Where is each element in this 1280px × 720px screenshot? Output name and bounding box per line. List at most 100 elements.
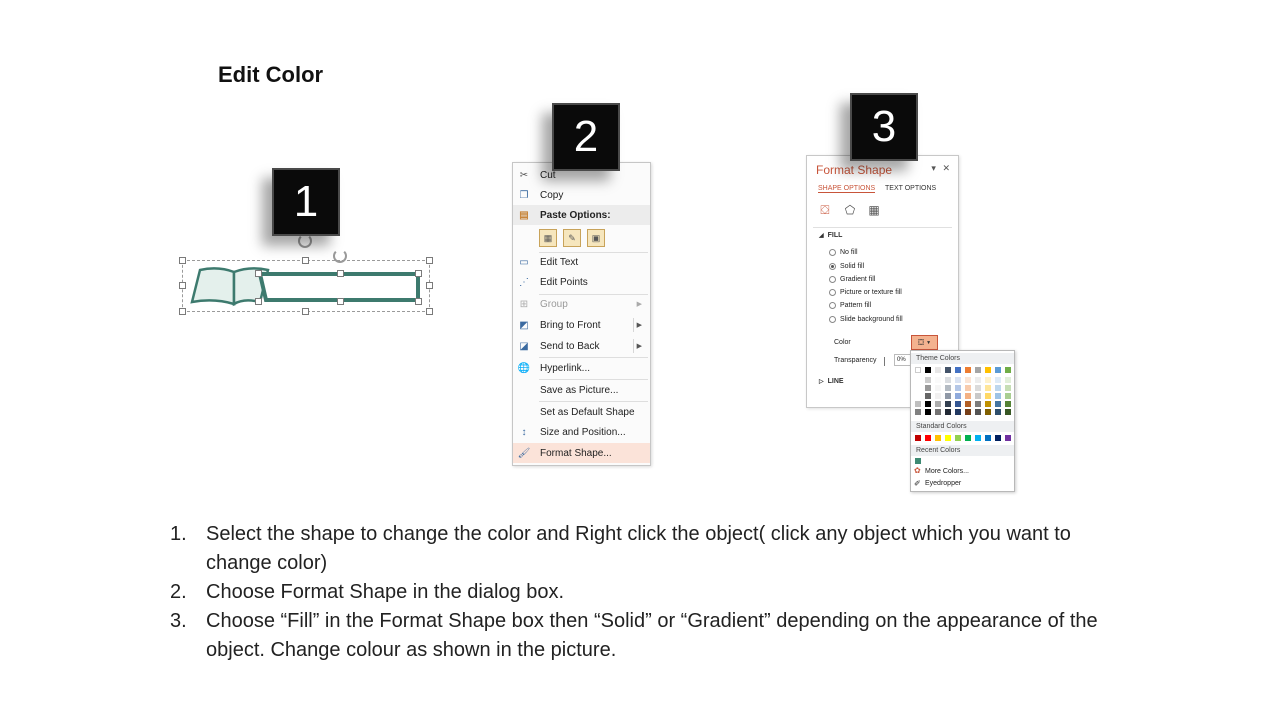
standard-color-swatch[interactable]	[955, 435, 961, 441]
menu-item-send-to-back[interactable]: ◪ Send to Back ▶	[513, 336, 650, 356]
theme-color-shade-swatch[interactable]	[915, 393, 921, 399]
theme-color-shade-swatch[interactable]	[925, 393, 931, 399]
menu-item-format-shape[interactable]: 🖌 Format Shape...	[513, 443, 650, 463]
fill-option-no-fill[interactable]: No fill	[829, 249, 858, 256]
theme-color-shade-swatch[interactable]	[995, 385, 1001, 391]
theme-color-shade-swatch[interactable]	[975, 409, 981, 415]
pane-options-icon[interactable]: ▾	[931, 163, 936, 173]
theme-color-swatch[interactable]	[945, 367, 951, 373]
size-properties-icon[interactable]: ▦	[866, 202, 882, 218]
theme-color-shade-swatch[interactable]	[955, 385, 961, 391]
theme-color-swatch[interactable]	[955, 367, 961, 373]
standard-color-swatch[interactable]	[965, 435, 971, 441]
theme-color-shade-swatch[interactable]	[935, 377, 941, 383]
theme-color-shade-swatch[interactable]	[995, 401, 1001, 407]
fill-option-pattern-fill[interactable]: Pattern fill	[829, 302, 871, 309]
menu-item-set-default-shape[interactable]: Set as Default Shape	[513, 402, 650, 422]
theme-color-shade-swatch[interactable]	[935, 401, 941, 407]
theme-color-shade-swatch[interactable]	[985, 385, 991, 391]
menu-item-save-as-picture[interactable]: Save as Picture...	[513, 380, 650, 400]
menu-item-copy[interactable]: ❐ Copy	[513, 185, 650, 205]
theme-color-shade-swatch[interactable]	[935, 409, 941, 415]
close-icon[interactable]: ✕	[942, 163, 950, 173]
rotate-handle-icon[interactable]	[298, 234, 312, 248]
theme-color-shade-swatch[interactable]	[965, 385, 971, 391]
resize-handle[interactable]	[337, 298, 344, 305]
menu-item-edit-points[interactable]: ⋰ Edit Points	[513, 272, 650, 292]
theme-color-swatch[interactable]	[995, 367, 1001, 373]
standard-color-swatch[interactable]	[985, 435, 991, 441]
theme-color-shade-swatch[interactable]	[975, 393, 981, 399]
theme-color-swatch[interactable]	[965, 367, 971, 373]
paste-keep-source-icon[interactable]: ▦	[539, 229, 557, 247]
theme-color-shade-swatch[interactable]	[925, 377, 931, 383]
radio-button[interactable]	[829, 316, 836, 323]
theme-color-shade-swatch[interactable]	[935, 393, 941, 399]
theme-color-shade-swatch[interactable]	[985, 401, 991, 407]
theme-color-shade-swatch[interactable]	[975, 377, 981, 383]
menu-item-hyperlink[interactable]: 🌐 Hyperlink...	[513, 358, 650, 378]
theme-color-swatch[interactable]	[915, 367, 921, 373]
theme-color-shade-swatch[interactable]	[1005, 377, 1011, 383]
theme-color-shade-swatch[interactable]	[965, 377, 971, 383]
theme-color-shade-swatch[interactable]	[955, 401, 961, 407]
theme-color-shade-swatch[interactable]	[945, 377, 951, 383]
theme-color-shade-swatch[interactable]	[925, 401, 931, 407]
theme-color-shade-swatch[interactable]	[955, 393, 961, 399]
theme-color-shade-swatch[interactable]	[985, 409, 991, 415]
standard-color-swatch[interactable]	[915, 435, 921, 441]
fill-option-solid-fill[interactable]: Solid fill	[829, 263, 864, 270]
menu-item-bring-to-front[interactable]: ◩ Bring to Front ▶	[513, 315, 650, 335]
submenu-arrow-icon[interactable]: ▶	[637, 342, 642, 350]
theme-color-shade-swatch[interactable]	[1005, 409, 1011, 415]
standard-color-swatch[interactable]	[945, 435, 951, 441]
theme-color-shade-swatch[interactable]	[995, 393, 1001, 399]
theme-color-shade-swatch[interactable]	[925, 385, 931, 391]
standard-color-swatch[interactable]	[975, 435, 981, 441]
radio-button[interactable]	[829, 263, 836, 270]
theme-color-shade-swatch[interactable]	[915, 409, 921, 415]
tab-shape-options[interactable]: SHAPE OPTIONS	[818, 185, 876, 193]
color-dropdown-button[interactable]: ⛋ ▼	[911, 335, 938, 350]
theme-color-shade-swatch[interactable]	[965, 409, 971, 415]
transparency-slider[interactable]	[884, 357, 892, 366]
theme-color-shade-swatch[interactable]	[915, 377, 921, 383]
resize-handle[interactable]	[426, 308, 433, 315]
standard-color-swatch[interactable]	[925, 435, 931, 441]
theme-color-shade-swatch[interactable]	[985, 393, 991, 399]
resize-handle[interactable]	[302, 308, 309, 315]
resize-handle[interactable]	[302, 257, 309, 264]
more-colors-option[interactable]: More Colors...	[925, 468, 969, 475]
resize-handle[interactable]	[179, 282, 186, 289]
transparency-input[interactable]: 0%	[894, 354, 911, 366]
resize-handle[interactable]	[415, 270, 422, 277]
resize-handle[interactable]	[337, 270, 344, 277]
theme-color-shade-swatch[interactable]	[975, 401, 981, 407]
theme-color-shade-swatch[interactable]	[945, 393, 951, 399]
menu-item-group[interactable]: ⊞ Group ▶	[513, 294, 650, 314]
menu-item-edit-text[interactable]: ▭ Edit Text	[513, 252, 650, 272]
eyedropper-option[interactable]: Eyedropper	[925, 480, 961, 487]
resize-handle[interactable]	[426, 257, 433, 264]
theme-color-shade-swatch[interactable]	[985, 377, 991, 383]
theme-color-shade-swatch[interactable]	[955, 377, 961, 383]
paste-picture-icon[interactable]: ▣	[587, 229, 605, 247]
theme-color-shade-swatch[interactable]	[975, 385, 981, 391]
radio-button[interactable]	[829, 249, 836, 256]
book-shape[interactable]	[188, 264, 428, 308]
standard-color-swatch[interactable]	[1005, 435, 1011, 441]
theme-color-shade-swatch[interactable]	[945, 409, 951, 415]
standard-color-swatch[interactable]	[935, 435, 941, 441]
tab-text-options[interactable]: TEXT OPTIONS	[885, 185, 936, 192]
fill-section-header[interactable]: ◢ FILL	[819, 232, 842, 239]
effects-icon[interactable]: ⬠	[842, 202, 858, 218]
fill-option-slide-background[interactable]: Slide background fill	[829, 316, 903, 323]
theme-color-swatch[interactable]	[925, 367, 931, 373]
resize-handle[interactable]	[179, 257, 186, 264]
standard-color-swatch[interactable]	[995, 435, 1001, 441]
theme-color-shade-swatch[interactable]	[1005, 393, 1011, 399]
resize-handle[interactable]	[255, 298, 262, 305]
theme-color-shade-swatch[interactable]	[915, 385, 921, 391]
theme-color-shade-swatch[interactable]	[935, 385, 941, 391]
resize-handle[interactable]	[415, 298, 422, 305]
